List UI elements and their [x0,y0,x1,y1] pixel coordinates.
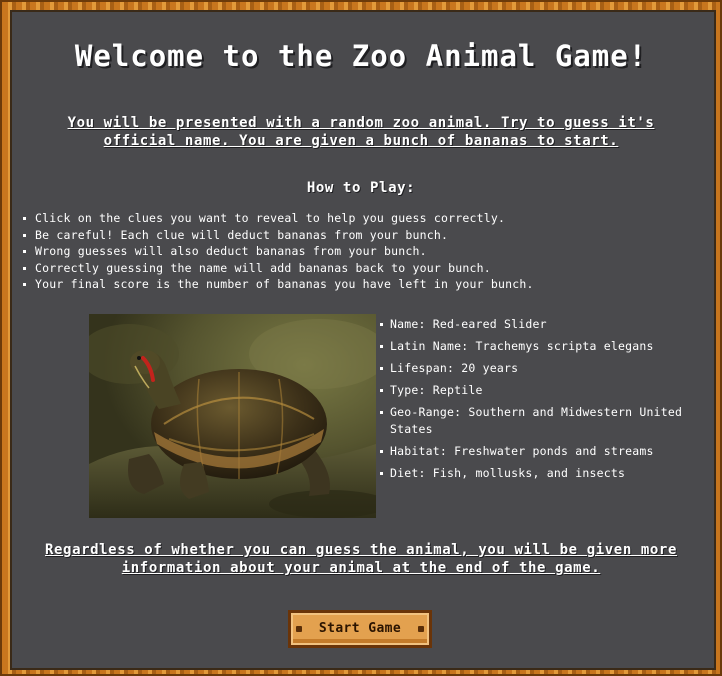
clue-geo-range[interactable]: Geo-Range: Southern and Midwestern Unite… [378,404,698,437]
rivet-icon [296,626,302,632]
start-game-label: Start Game [318,621,402,636]
game-content: Welcome to the Zoo Animal Game! You will… [10,10,712,666]
clues-list: Name: Red-eared Slider Latin Name: Trach… [378,316,698,487]
rule-item: Your final score is the number of banana… [10,276,700,293]
outro-text: Regardless of whether you can guess the … [44,542,677,576]
start-game-button[interactable]: Start Game [288,610,432,648]
clue-latin-name[interactable]: Latin Name: Trachemys scripta elegans [378,338,698,355]
clue-habitat[interactable]: Habitat: Freshwater ponds and streams [378,443,698,460]
clue-type[interactable]: Type: Reptile [378,382,698,399]
clue-name[interactable]: Name: Red-eared Slider [378,316,698,333]
animal-photo [89,314,376,518]
rule-item: Wrong guesses will also deduct bananas f… [10,243,700,260]
rule-item: Be careful! Each clue will deduct banana… [10,227,700,244]
clue-lifespan[interactable]: Lifespan: 20 years [378,360,698,377]
how-to-play-heading: How to Play: [306,180,416,196]
page-title: Welcome to the Zoo Animal Game! [74,39,648,73]
rule-item: Correctly guessing the name will add ban… [10,260,700,277]
intro-text: You will be presented with a random zoo … [67,115,655,149]
rules-list: Click on the clues you want to reveal to… [10,210,700,293]
clue-diet[interactable]: Diet: Fish, mollusks, and insects [378,465,698,482]
rule-item: Click on the clues you want to reveal to… [10,210,700,227]
rivet-icon [418,626,424,632]
